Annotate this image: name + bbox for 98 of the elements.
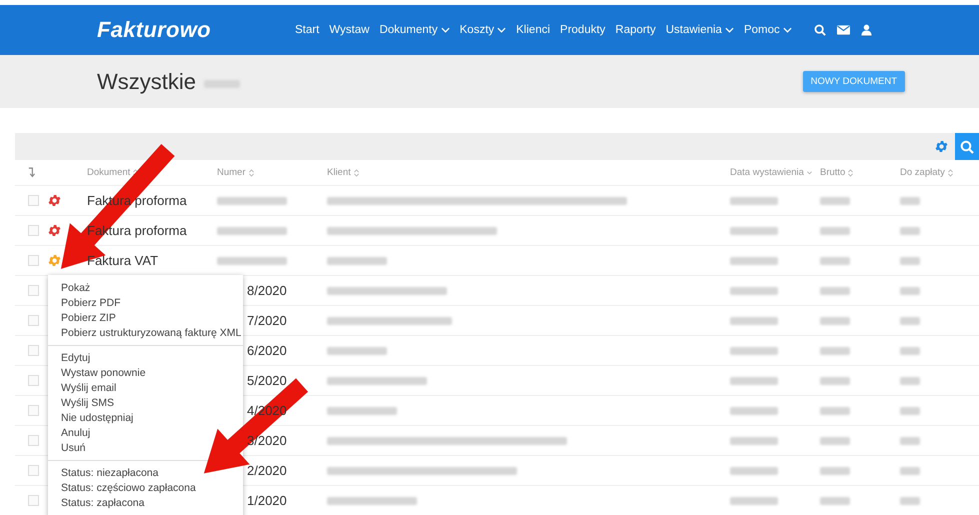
document-number: 8/2020 (247, 283, 287, 298)
blurred-text (730, 466, 778, 474)
nav-link[interactable]: Ustawienia (666, 24, 734, 36)
sort-descending-icon[interactable] (806, 170, 812, 174)
search-icon (960, 140, 974, 154)
menu-item[interactable]: Wystaw ponownie (61, 366, 146, 381)
row-checkbox[interactable] (28, 375, 39, 386)
nav-link[interactable]: Pomoc (744, 24, 792, 36)
blurred-text (730, 376, 778, 384)
blurred-text (204, 80, 240, 88)
blurred-text (217, 256, 287, 264)
blurred-text (900, 466, 920, 474)
document-number: 7/2020 (247, 313, 287, 328)
row-checkbox[interactable] (28, 465, 39, 476)
document-type[interactable]: Faktura VAT (87, 253, 158, 268)
blurred-text (900, 406, 920, 414)
blurred-text (327, 346, 387, 354)
row-checkbox[interactable] (28, 315, 39, 326)
blurred-text (820, 226, 850, 234)
nav-link[interactable]: Wystaw (329, 24, 370, 36)
blurred-text (820, 346, 850, 354)
search-button[interactable] (955, 133, 979, 160)
blurred-text (730, 256, 778, 264)
document-number: 1/2020 (247, 493, 287, 508)
menu-item[interactable]: Pobierz PDF (61, 296, 121, 311)
settings-icon[interactable] (934, 139, 949, 154)
nav-link[interactable]: Koszty (460, 24, 506, 36)
blurred-text (900, 316, 920, 324)
blurred-text (730, 196, 778, 204)
nav-link[interactable]: Klienci (516, 24, 550, 36)
blurred-text (900, 346, 920, 354)
user-icon[interactable] (860, 24, 872, 36)
row-checkbox[interactable] (28, 225, 39, 236)
nav-link[interactable]: Dokumenty (379, 24, 450, 36)
blurred-text (820, 286, 850, 294)
menu-item[interactable]: Wyślij SMS (61, 396, 114, 411)
row-checkbox[interactable] (28, 255, 39, 266)
blurred-text (217, 196, 287, 204)
blurred-text (327, 256, 387, 264)
logo[interactable]: Fakturowo (97, 17, 295, 43)
sort-icon[interactable] (948, 168, 953, 176)
envelope-icon[interactable] (836, 25, 850, 35)
sort-icon[interactable] (248, 168, 254, 176)
blurred-text (900, 196, 920, 204)
blurred-text (820, 406, 850, 414)
sort-arrow-icon[interactable] (28, 167, 35, 178)
menu-item[interactable]: Usuń (61, 441, 86, 456)
row-checkbox[interactable] (28, 195, 39, 206)
nav-link[interactable]: Start (295, 24, 320, 36)
menu-item[interactable]: Nie udostępniaj (61, 411, 134, 426)
blurred-text (820, 466, 850, 474)
menu-item[interactable]: Status: zapłacona (61, 496, 144, 511)
blurred-text (820, 376, 850, 384)
row-checkbox[interactable] (28, 345, 39, 356)
document-number: 6/2020 (247, 343, 287, 358)
blurred-text (730, 286, 778, 294)
menu-item[interactable]: Status: częściowo zapłacona (61, 481, 196, 496)
page-title: Wszystkie (97, 68, 196, 94)
row-checkbox[interactable] (28, 285, 39, 296)
nav-link[interactable]: Produkty (560, 24, 606, 36)
blurred-text (730, 316, 778, 324)
menu-item[interactable]: Edytuj (61, 351, 90, 366)
menu-item[interactable]: Wyślij email (61, 381, 116, 396)
sort-icon[interactable] (354, 168, 359, 176)
blurred-text (820, 436, 850, 444)
blurred-text (730, 406, 778, 414)
blurred-text (900, 436, 920, 444)
blurred-text (820, 316, 850, 324)
blurred-text (730, 346, 778, 354)
blurred-text (327, 406, 397, 414)
blurred-text (900, 226, 920, 234)
row-checkbox[interactable] (28, 405, 39, 416)
menu-item[interactable]: Pokaż (61, 281, 90, 296)
menu-item[interactable]: Status: niezapłacona (61, 466, 158, 481)
gear-icon[interactable] (47, 223, 62, 238)
menu-item[interactable]: Anuluj (61, 426, 90, 441)
gear-icon[interactable] (47, 193, 62, 208)
sort-icon[interactable] (848, 168, 854, 176)
search-icon[interactable] (814, 24, 826, 36)
menu-item[interactable]: Pobierz ustrukturyzowaną fakturę XML (61, 326, 242, 341)
nav-link[interactable]: Raporty (615, 24, 656, 36)
blurred-text (217, 226, 287, 234)
blurred-text (900, 286, 920, 294)
document-number: 5/2020 (247, 373, 287, 388)
blurred-text (820, 196, 850, 204)
blurred-text (730, 436, 778, 444)
menu-item[interactable]: Pobierz ZIP (61, 311, 116, 326)
blurred-text (820, 256, 850, 264)
row-checkbox[interactable] (28, 435, 39, 446)
row-checkbox[interactable] (28, 495, 39, 506)
blurred-text (900, 256, 920, 264)
blurred-text (900, 496, 920, 504)
gear-icon[interactable] (47, 253, 62, 268)
blurred-text (730, 226, 778, 234)
document-number: 2/2020 (247, 463, 287, 478)
blurred-text (900, 376, 920, 384)
blurred-text (820, 496, 850, 504)
blurred-text (730, 496, 778, 504)
